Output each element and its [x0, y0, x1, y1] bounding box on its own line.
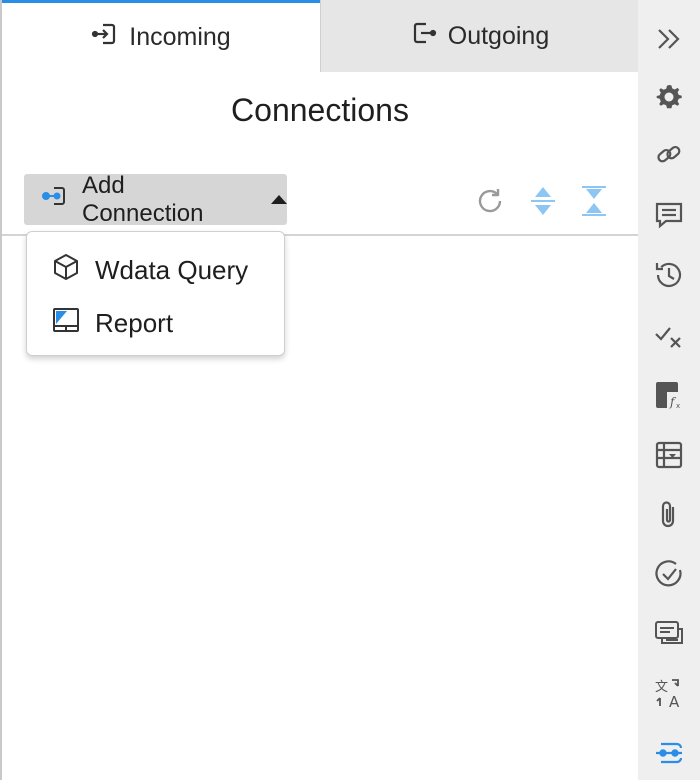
- add-connection-menu: Wdata Query Report: [26, 231, 285, 356]
- caret-up-icon: [271, 195, 287, 204]
- outgoing-icon: [410, 19, 438, 54]
- toolbar: Add Connection: [2, 171, 638, 236]
- collapse-all-icon[interactable]: [577, 184, 611, 218]
- connections-icon[interactable]: [652, 736, 686, 770]
- notes-icon[interactable]: [652, 616, 686, 650]
- svg-text:文: 文: [655, 680, 668, 695]
- refresh-icon[interactable]: [473, 184, 507, 218]
- connection-add-icon: [42, 185, 68, 214]
- comment-icon[interactable]: [652, 198, 686, 232]
- check-circle-icon[interactable]: [652, 557, 686, 591]
- svg-text:A: A: [669, 693, 680, 710]
- tab-outgoing-label: Outgoing: [447, 21, 550, 50]
- tab-outgoing[interactable]: Outgoing: [320, 0, 638, 72]
- link-icon[interactable]: [652, 138, 686, 172]
- svg-text:x: x: [676, 402, 680, 410]
- cube-icon: [51, 252, 81, 289]
- formula-icon[interactable]: fx: [652, 378, 686, 412]
- translate-icon[interactable]: 文A: [652, 676, 686, 710]
- tab-bar: Incoming Outgoing: [2, 0, 638, 72]
- gear-icon[interactable]: [652, 80, 686, 114]
- menu-item-wdata-query[interactable]: Wdata Query: [27, 244, 284, 297]
- right-tool-rail: fx 文A: [638, 0, 700, 780]
- tab-incoming-label: Incoming: [129, 23, 231, 51]
- menu-item-report[interactable]: Report: [27, 297, 284, 350]
- connections-panel: Incoming Outgoing Connections Add Connec…: [0, 0, 638, 780]
- add-connection-label: Add Connection: [82, 171, 204, 227]
- add-connection-button[interactable]: Add Connection: [24, 171, 287, 227]
- collapse-panel-icon[interactable]: [652, 22, 686, 56]
- check-x-icon[interactable]: [652, 318, 686, 352]
- tab-incoming[interactable]: Incoming: [2, 0, 320, 72]
- report-icon: [51, 305, 81, 342]
- menu-item-label: Report: [95, 308, 174, 338]
- page-title: Connections: [231, 92, 409, 128]
- expand-all-icon[interactable]: [526, 184, 560, 218]
- paperclip-icon[interactable]: [652, 498, 686, 532]
- menu-item-label: Wdata Query: [95, 255, 249, 285]
- table-icon[interactable]: [652, 438, 686, 472]
- history-icon[interactable]: [652, 258, 686, 292]
- incoming-icon: [91, 20, 119, 55]
